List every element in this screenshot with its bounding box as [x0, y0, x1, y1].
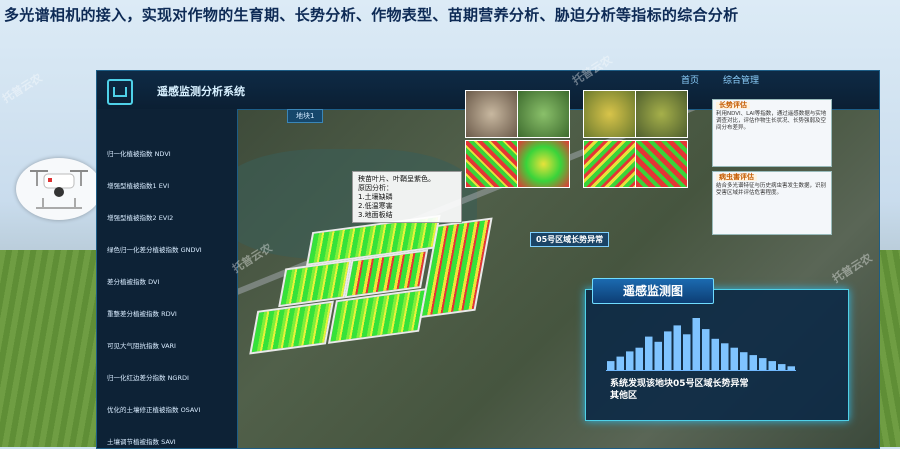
- chart-bar: [721, 343, 729, 370]
- chart-bar: [616, 356, 624, 370]
- chart-bar: [711, 338, 719, 370]
- monitor-title: 遥感监测图: [592, 278, 714, 304]
- sidebar-item-dvi[interactable]: 差分植被指数 DVI: [97, 275, 237, 289]
- chart-bar: [673, 325, 681, 370]
- drone-image: [16, 158, 102, 220]
- crop-index-map[interactable]: [465, 140, 518, 188]
- chart-bar: [645, 336, 653, 370]
- chart-bar: [768, 361, 776, 370]
- sidebar-item-ndvi[interactable]: 归一化植被指数 NDVI: [97, 147, 237, 161]
- diagnosis-line: 2.低温寒害: [358, 202, 393, 210]
- sidebar-item-vari[interactable]: 可见大气阻抗指数 VARI: [97, 339, 237, 353]
- monitor-message: 系统发现该地块05号区域长势异常 其他区: [610, 378, 749, 402]
- card-title: 长势评估: [716, 102, 750, 109]
- card-title: 病虫害评估: [716, 174, 757, 181]
- chart-bar: [626, 351, 634, 370]
- chart-bar: [607, 361, 615, 370]
- pest-card: 病虫害评估 结合多光谱特征与历史病虫害发生数据，识别受害区域并评估危害程度。: [712, 171, 832, 235]
- tab-land[interactable]: 地块1: [287, 109, 324, 123]
- growth-card: 长势评估 利用NDVI、LAI等指数，通过遥感数据与实地调查对比，评估作物生长状…: [712, 99, 832, 167]
- sidebar-item-ngrdi[interactable]: 归一化红边差分指数 NGRDI: [97, 371, 237, 385]
- crop-index-map[interactable]: [635, 140, 688, 188]
- sidebar: 归一化植被指数 NDVI 增强型植被指数1 EVI 增强型植被指数2 EVI2 …: [97, 109, 238, 448]
- chart-bar: [787, 366, 795, 370]
- chart-bar: [692, 318, 700, 370]
- drone-icon: [30, 170, 88, 209]
- page-headline: 多光谱相机的接入，实现对作物的生育期、长势分析、作物表型、苗期营养分析、胁迫分析…: [4, 6, 739, 24]
- chart-bar: [702, 329, 710, 370]
- nav-management[interactable]: 综合管理: [723, 73, 759, 86]
- anomaly-label[interactable]: 05号区域长势异常: [530, 232, 610, 247]
- diagnosis-line: 秧苗叶片、叶鞘呈紫色。: [358, 175, 435, 183]
- chart-bar: [749, 355, 757, 370]
- chart-bar: [740, 352, 748, 370]
- crop-index-map[interactable]: [517, 140, 570, 188]
- chart-bar: [730, 347, 738, 370]
- field-plot[interactable]: [249, 300, 334, 355]
- chart-bar: [654, 341, 662, 370]
- crop-index-map[interactable]: [583, 140, 636, 188]
- chart-bar: [778, 364, 786, 370]
- monitor-panel: 遥感监测图 系统发现该地块05号区域长势异常 其他区: [585, 278, 849, 421]
- crop-thumbnails: [465, 90, 691, 190]
- crop-photo[interactable]: [465, 90, 518, 138]
- app-title: 遥感监测分析系统: [157, 85, 245, 98]
- app-window: 遥感监测分析系统 首页 综合管理 地块1 归一化植被指数 NDVI 增强型植被指…: [96, 70, 880, 449]
- monitor-message-line: 系统发现该地块05号区域长势异常: [610, 379, 749, 389]
- crop-photo[interactable]: [517, 90, 570, 138]
- background-field-left: [0, 250, 96, 447]
- chart-bar: [683, 334, 691, 370]
- crop-photo[interactable]: [635, 90, 688, 138]
- chart-bar: [759, 358, 767, 370]
- diagnosis-box: 秧苗叶片、叶鞘呈紫色。 原因分析： 1.土壤缺磷 2.低温寒害 3.地面板结: [352, 171, 462, 223]
- app-logo-icon: [107, 79, 133, 105]
- crop-photo[interactable]: [583, 90, 636, 138]
- sidebar-item-osavi[interactable]: 优化的土壤修正植被指数 OSAVI: [97, 403, 237, 417]
- card-text: 结合多光谱特征与历史病虫害发生数据，识别受害区域并评估危害程度。: [716, 183, 827, 196]
- monitor-chart: [606, 318, 796, 371]
- chart-bar: [664, 331, 672, 370]
- diagnosis-line: 3.地面板结: [358, 211, 393, 219]
- sidebar-item-evi[interactable]: 增强型植被指数1 EVI: [97, 179, 237, 193]
- diagnosis-line: 原因分析：: [358, 184, 393, 192]
- sidebar-item-gndvi[interactable]: 绿色归一化差分植被指数 GNDVI: [97, 243, 237, 257]
- sidebar-item-evi2[interactable]: 增强型植被指数2 EVI2: [97, 211, 237, 225]
- diagnosis-line: 1.土壤缺磷: [358, 193, 393, 201]
- chart-bar: [635, 347, 643, 370]
- nav-home[interactable]: 首页: [681, 73, 699, 86]
- monitor-message-line: 其他区: [610, 391, 638, 401]
- sidebar-item-rdvi[interactable]: 重整差分植被指数 RDVI: [97, 307, 237, 321]
- card-text: 利用NDVI、LAI等指数，通过遥感数据与实地调查对比，评估作物生长状况、长势强…: [716, 111, 827, 131]
